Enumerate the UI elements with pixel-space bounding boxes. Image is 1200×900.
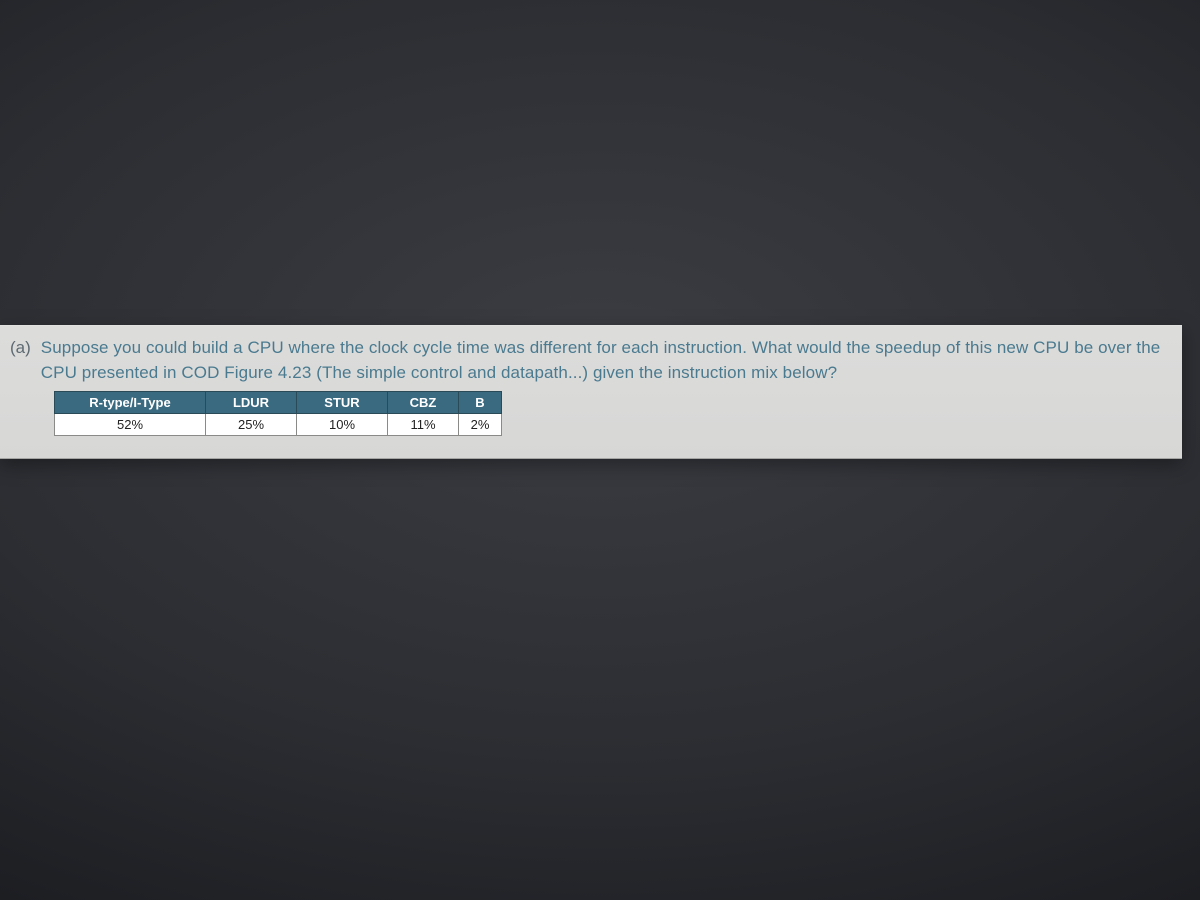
instruction-mix-table-wrap: R-type/I-Type LDUR STUR CBZ B 52% 25% 10… (54, 391, 1164, 436)
instruction-mix-table: R-type/I-Type LDUR STUR CBZ B 52% 25% 10… (54, 391, 502, 436)
table-header: CBZ (388, 392, 459, 414)
table-header: LDUR (206, 392, 297, 414)
table-cell: 10% (297, 414, 388, 436)
question-prompt: Suppose you could build a CPU where the … (41, 336, 1164, 385)
question-block: (a) Suppose you could build a CPU where … (0, 325, 1182, 459)
table-header-row: R-type/I-Type LDUR STUR CBZ B (55, 392, 502, 414)
table-header: R-type/I-Type (55, 392, 206, 414)
question-row: (a) Suppose you could build a CPU where … (10, 336, 1164, 385)
table-header: B (459, 392, 502, 414)
table-cell: 52% (55, 414, 206, 436)
table-row: 52% 25% 10% 11% 2% (55, 414, 502, 436)
table-cell: 25% (206, 414, 297, 436)
question-marker: (a) (10, 336, 31, 358)
table-cell: 2% (459, 414, 502, 436)
table-header: STUR (297, 392, 388, 414)
table-cell: 11% (388, 414, 459, 436)
